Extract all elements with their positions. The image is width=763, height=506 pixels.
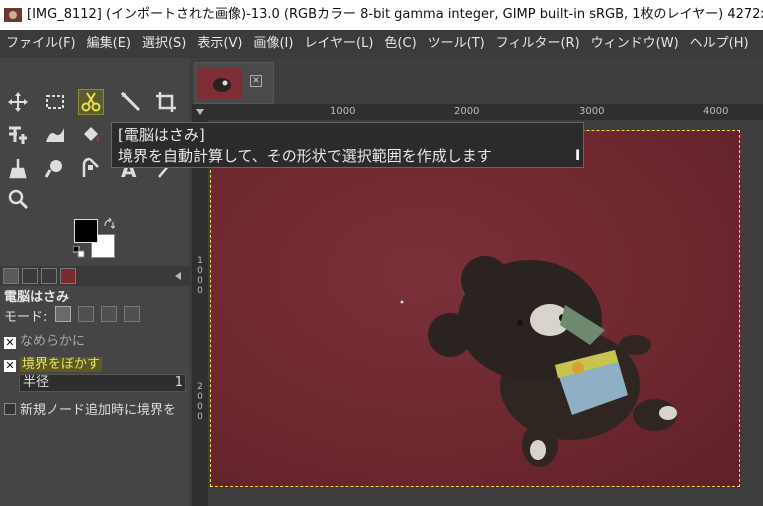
menu-edit[interactable]: 編集(E): [81, 30, 136, 58]
menu-layer[interactable]: レイヤー(L): [298, 30, 378, 58]
fuzzy-select-icon: [121, 92, 141, 112]
image-tab[interactable]: ✕: [194, 62, 274, 104]
ruler-tick-label: 2: [197, 382, 203, 392]
rect-select-icon: [46, 95, 64, 109]
move-tool-button[interactable]: [5, 89, 31, 115]
dock-menu-icon[interactable]: [173, 271, 183, 281]
smooth-label: なめらかに: [20, 334, 86, 349]
ruler-tick-label: 0: [197, 266, 203, 276]
clone-tool-button[interactable]: [5, 155, 31, 181]
rect-select-tool-button[interactable]: [42, 89, 68, 115]
ruler-tick-label: 0: [197, 286, 203, 296]
dock-tabs: [0, 266, 190, 286]
feather-label: 境界をぼかす: [20, 357, 103, 372]
smudge-icon: [44, 160, 62, 178]
zoom-tool-button[interactable]: [5, 186, 31, 212]
mode-subtract-button[interactable]: [101, 306, 117, 322]
ruler-corner[interactable]: [192, 104, 211, 120]
path-tool-button[interactable]: [78, 155, 104, 181]
ruler-tick-label: 0: [197, 402, 203, 412]
scissors-icon: [81, 92, 101, 112]
clone-icon: [9, 159, 27, 179]
crop-icon: [156, 92, 176, 112]
smudge-tool-button[interactable]: [42, 155, 68, 181]
ruler-tick-label: 0: [197, 392, 203, 402]
text-cursor-icon: I: [575, 148, 581, 164]
feather-option[interactable]: ✕ 境界をぼかす: [4, 353, 103, 372]
scissors-select-tool-button[interactable]: [78, 89, 104, 115]
window-titlebar: [IMG_8112] (インポートされた画像)-13.0 (RGBカラー 8-b…: [0, 0, 763, 30]
tab-device-status[interactable]: [22, 268, 38, 284]
ruler-tick-label: 0: [197, 276, 203, 286]
fuzzy-select-tool-button[interactable]: [118, 89, 144, 115]
ruler-tick-label: 3000: [579, 106, 605, 117]
tool-options-title: 電脳はさみ: [4, 290, 70, 305]
menu-view[interactable]: 表示(V): [191, 30, 247, 58]
menu-tools[interactable]: ツール(T): [422, 30, 490, 58]
quick-mask-icon: [196, 109, 204, 115]
radius-field[interactable]: 半径 1: [19, 374, 186, 392]
align-icon: [9, 126, 27, 144]
path-icon: [82, 157, 99, 177]
tooltip-title: [電脳はさみ]: [118, 126, 205, 144]
smooth-option[interactable]: ✕ なめらかに: [4, 330, 85, 349]
warp-tool-button[interactable]: [42, 122, 68, 148]
ruler-tick-label: 2000: [454, 106, 480, 117]
menu-filters[interactable]: フィルター(R): [490, 30, 585, 58]
tab-undo-history[interactable]: [41, 268, 57, 284]
feather-checkbox[interactable]: ✕: [4, 360, 16, 372]
new-node-checkbox[interactable]: [4, 403, 16, 415]
radius-label: 半径: [23, 375, 50, 390]
foreground-color-swatch[interactable]: [74, 219, 98, 243]
image-thumbnail: [198, 67, 242, 99]
gimp-app-icon: [4, 8, 22, 22]
ruler-tick-label: 1: [197, 256, 203, 266]
mode-replace-button[interactable]: [55, 306, 71, 322]
bucket-fill-tool-button[interactable]: [78, 122, 104, 148]
menu-bar: ファイル(F) 編集(E) 選択(S) 表示(V) 画像(I) レイヤー(L) 色(C) ツー…: [0, 30, 763, 58]
horizontal-ruler[interactable]: 1000 2000 3000 4000: [210, 104, 763, 120]
color-swatches: [73, 218, 118, 260]
align-tool-button[interactable]: [5, 122, 31, 148]
vertical-ruler[interactable]: 1 0 0 0 2 0 0 0: [192, 120, 208, 506]
zoom-icon: [8, 189, 29, 210]
close-tab-icon[interactable]: ✕: [250, 75, 262, 87]
bucket-fill-icon: [84, 127, 99, 142]
mode-label: モード:: [4, 310, 48, 325]
ruler-tick-label: 1000: [330, 106, 356, 117]
tab-images[interactable]: [60, 268, 76, 284]
reset-colors-icon[interactable]: [73, 246, 85, 258]
smooth-checkbox[interactable]: ✕: [4, 337, 16, 349]
menu-image[interactable]: 画像(I): [247, 30, 298, 58]
menu-colors[interactable]: 色(C): [378, 30, 421, 58]
selection-outline: [210, 130, 740, 487]
crop-tool-button[interactable]: [153, 89, 179, 115]
tool-tooltip: [電脳はさみ] 境界を自動計算して、その形状で選択範囲を作成します: [111, 122, 584, 168]
tool-options-panel: 電脳はさみ モード: ✕ なめらかに ✕ 境界をぼかす 半径 1 新規ノード追加時に…: [0, 266, 190, 506]
mode-add-button[interactable]: [78, 306, 94, 322]
mode-intersect-button[interactable]: [124, 306, 140, 322]
new-node-label: 新規ノード追加時に境界を: [20, 403, 177, 418]
menu-help[interactable]: ヘルプ(H): [684, 30, 754, 58]
new-node-option[interactable]: 新規ノード追加時に境界を: [4, 399, 176, 418]
tooltip-description: 境界を自動計算して、その形状で選択範囲を作成します: [118, 147, 492, 165]
window-title: [IMG_8112] (インポートされた画像)-13.0 (RGBカラー 8-b…: [27, 7, 763, 22]
ruler-tick-label: 0: [197, 412, 203, 422]
bear-thumbnail-icon: [213, 78, 231, 92]
ruler-tick-label: 4000: [703, 106, 729, 117]
tab-tool-options[interactable]: [3, 268, 19, 284]
move-icon: [8, 92, 28, 112]
menu-select[interactable]: 選択(S): [136, 30, 191, 58]
radius-value: 1: [174, 375, 183, 390]
menu-windows[interactable]: ウィンドウ(W): [585, 30, 684, 58]
swap-colors-icon[interactable]: [103, 218, 115, 230]
menu-file[interactable]: ファイル(F): [0, 30, 81, 58]
warp-icon: [46, 128, 64, 142]
